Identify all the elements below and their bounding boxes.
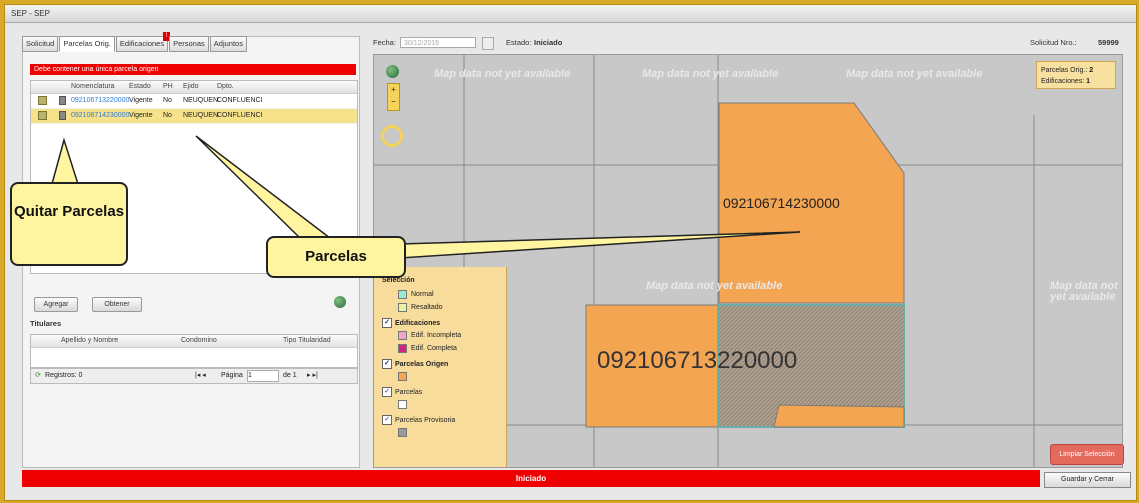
legend-edificaciones: Edificaciones: [395, 319, 441, 327]
agregar-button[interactable]: Agregar: [34, 297, 78, 312]
cell-estado: Vigente: [129, 97, 153, 104]
map-zoom-icon[interactable]: [37, 110, 47, 120]
cell-dpto: CONFLUENCI: [217, 97, 263, 104]
tab-adjuntos[interactable]: Adjuntos: [209, 36, 247, 52]
grid-header: Nomenclatura Estado PH Ejido Dpto.: [31, 81, 357, 94]
cell-nomenclatura[interactable]: 092106713220000: [71, 94, 129, 108]
map-watermark: Map data not yet available: [434, 68, 571, 80]
legend-parcelas-provisoria: Parcelas Provisoria: [395, 416, 456, 424]
cell-nomenclatura[interactable]: 092106714230000: [71, 109, 129, 123]
parcelas-checkbox[interactable]: ✓: [382, 387, 392, 397]
window-title: SEP - SEP: [5, 5, 1136, 23]
edif-incompleta-swatch: [398, 331, 407, 340]
pager-first-prev-icon[interactable]: |◂ ◂: [195, 369, 221, 383]
map-watermark: Map data not yet available: [846, 68, 983, 80]
map-zoom-icon[interactable]: [37, 95, 47, 105]
titulares-header: Apellido y Nombre Condomino Tipo Titular…: [31, 335, 357, 348]
cell-dpto: CONFLUENCI: [217, 112, 263, 119]
calendar-icon[interactable]: [482, 37, 494, 50]
col-dpto[interactable]: Dpto.: [217, 81, 257, 93]
pagina-input[interactable]: 1: [247, 370, 279, 382]
normal-swatch: [398, 290, 407, 299]
legend-edif-incompleta: Edif. Incompleta: [411, 332, 462, 339]
cell-ejido: NEUQUEN: [183, 97, 219, 104]
callout-quitar-parcelas: Quitar Parcelas: [10, 182, 128, 266]
col-tipo[interactable]: Tipo Titularidad: [261, 335, 357, 347]
estado-value: Iniciado: [534, 38, 563, 47]
tab-edificaciones-label: Edificaciones: [119, 39, 165, 48]
parcel-label-big: 092106714230000: [723, 195, 840, 211]
map-watermark: Map data not yet available: [1050, 280, 1118, 303]
titulares-grid: Apellido y Nombre Condomino Tipo Titular…: [30, 334, 358, 368]
edif-completa-swatch: [398, 344, 407, 353]
parcelas-count-value: 2: [1089, 67, 1094, 74]
tab-personas[interactable]: Personas: [169, 36, 209, 52]
tab-bar: Solicitud Parcelas Orig. Edificaciones! …: [22, 32, 248, 52]
parcelas-provisoria-swatch: [398, 428, 407, 437]
zoom-control[interactable]: + −: [387, 83, 400, 111]
tab-parcelas-orig[interactable]: Parcelas Orig.: [59, 36, 115, 52]
cell-ejido: NEUQUEN: [183, 112, 219, 119]
table-row[interactable]: 092106713220000 Vigente No NEUQUEN CONFL…: [31, 94, 357, 109]
parcelas-provisoria-checkbox[interactable]: ✓: [382, 415, 392, 425]
globe-icon[interactable]: [334, 296, 346, 308]
edificaciones-checkbox[interactable]: ✓: [382, 318, 392, 328]
legend-resaltado: Resaltado: [411, 304, 443, 311]
parcelas-origen-checkbox[interactable]: ✓: [382, 359, 392, 369]
parcel-label-small: 092106713220000: [597, 347, 798, 374]
trash-icon[interactable]: [58, 95, 66, 105]
legend-parcelas: Parcelas: [395, 388, 423, 396]
pan-control-icon[interactable]: [381, 125, 403, 147]
solicitud-label: Solicitud Nro.:: [1030, 38, 1077, 47]
map-watermark: Map data not yet available: [642, 68, 779, 80]
table-row[interactable]: 092106714230000 Vigente No NEUQUEN CONFL…: [31, 109, 357, 124]
tab-solicitud[interactable]: Solicitud: [22, 36, 59, 52]
limpiar-seleccion-button[interactable]: Limpiar Selección: [1050, 444, 1124, 465]
parcelas-count-label: Parcelas Orig.:: [1041, 67, 1088, 74]
map-legend: Selección Normal Resaltado ✓ Edificacione…: [374, 267, 507, 467]
error-message: Debe contener una única parcela origen: [30, 64, 356, 75]
col-estado[interactable]: Estado: [129, 81, 163, 93]
edif-count-label: Edificaciones:: [1041, 78, 1085, 85]
titulares-pager: ⟳ Registros: 0 |◂ ◂ Página 1 de 1 ▸ ▸|: [30, 368, 358, 384]
legend-seleccion: Selección: [382, 277, 415, 284]
col-apellido[interactable]: Apellido y Nombre: [31, 335, 141, 347]
fecha-label: Fecha:: [373, 38, 396, 47]
estado-label: Estado:: [506, 38, 532, 47]
trash-icon[interactable]: [58, 110, 66, 120]
legend-edif-completa: Edif. Completa: [411, 345, 457, 352]
obtener-button[interactable]: Obtener: [92, 297, 142, 312]
callout-parcelas: Parcelas: [266, 236, 406, 278]
globe-icon[interactable]: [386, 65, 399, 78]
map-counts: Parcelas Orig.: 2 Edificaciones: 1: [1036, 61, 1116, 89]
legend-normal: Normal: [411, 291, 434, 298]
cell-estado: Vigente: [129, 112, 153, 119]
col-ejido[interactable]: Ejido: [183, 81, 217, 93]
col-nomenclatura[interactable]: Nomenclatura: [71, 81, 129, 93]
cell-ph: No: [163, 97, 172, 104]
cell-ph: No: [163, 112, 172, 119]
resaltado-swatch: [398, 303, 407, 312]
pager-next-last-icon[interactable]: ▸ ▸|: [307, 369, 333, 383]
pagina-label: Página: [221, 372, 243, 379]
edif-count-value: 1: [1086, 78, 1091, 85]
parcelas-swatch: [398, 400, 407, 409]
parcelas-origen-swatch: [398, 372, 407, 381]
guardar-cerrar-button[interactable]: Guardar y Cerrar: [1044, 472, 1131, 488]
map-watermark: Map data not yet available: [646, 280, 783, 292]
refresh-icon[interactable]: ⟳: [31, 369, 45, 383]
fecha-input[interactable]: 30/12/2016: [400, 37, 476, 48]
col-condomino[interactable]: Condomino: [141, 335, 261, 347]
solicitud-value: 59999: [1098, 38, 1119, 47]
legend-parcelas-origen: Parcelas Origen: [395, 360, 449, 368]
de-label: de 1: [283, 372, 297, 379]
map-view[interactable]: Map data not yet available Map data not …: [373, 54, 1123, 468]
status-bar: Iniciado: [22, 470, 1040, 487]
titulares-title: Titulares: [30, 319, 62, 328]
col-ph[interactable]: PH: [163, 81, 183, 93]
tab-edificaciones[interactable]: Edificaciones!: [115, 32, 171, 52]
parcel-shape[interactable]: [773, 404, 905, 428]
registros-count: Registros: 0: [45, 372, 83, 379]
